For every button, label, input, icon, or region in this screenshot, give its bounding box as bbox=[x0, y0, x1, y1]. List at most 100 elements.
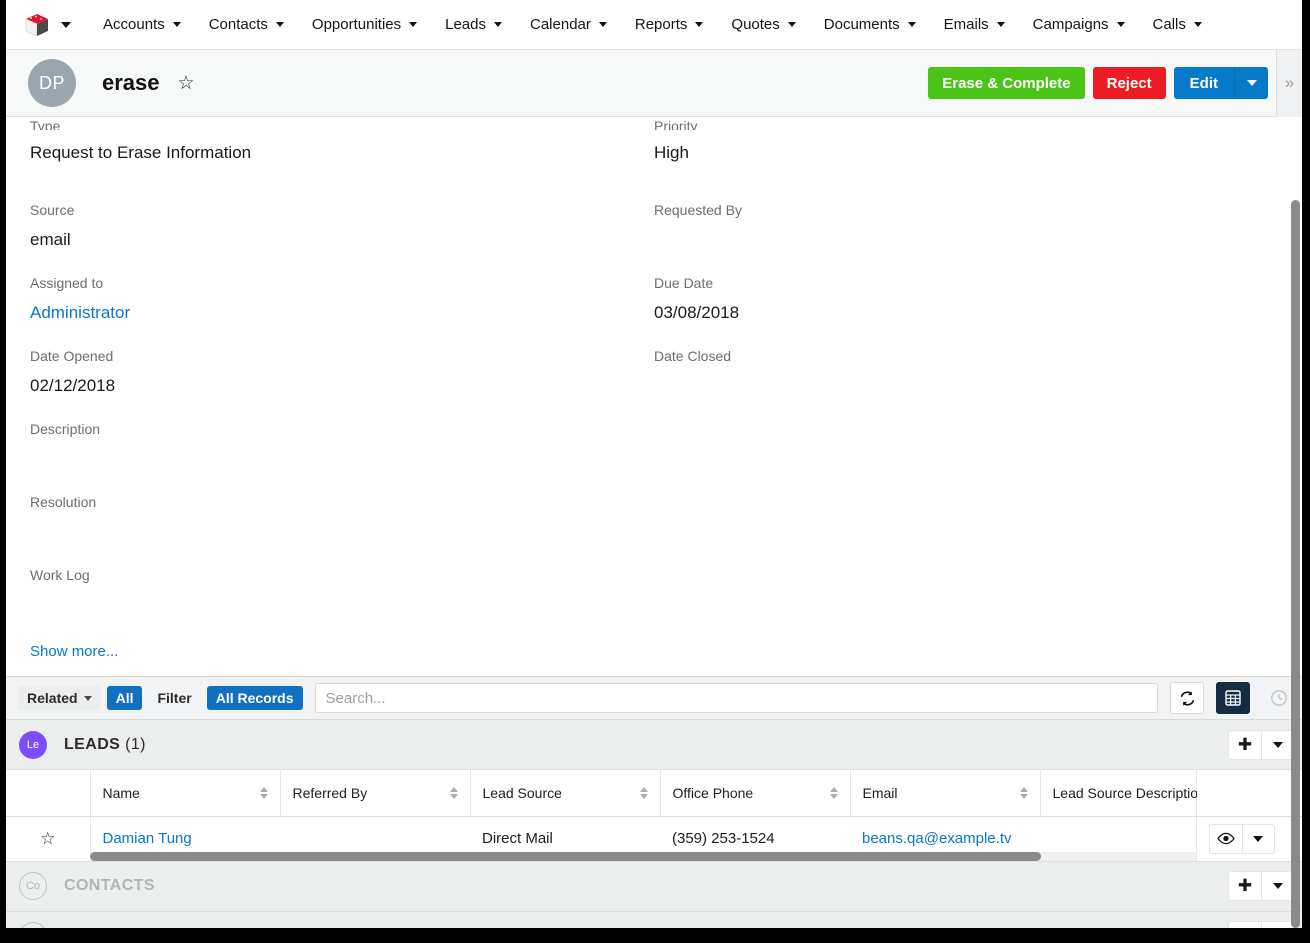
field-value bbox=[30, 582, 654, 613]
field-value: 03/08/2018 bbox=[654, 290, 1278, 321]
nav-item-label: Calls bbox=[1153, 16, 1186, 33]
field-due-date: Due Date 03/08/2018 bbox=[654, 248, 1278, 321]
column-lead-source[interactable]: Lead Source bbox=[470, 770, 660, 816]
nav-item-label: Reports bbox=[635, 16, 688, 33]
chevron-down-icon[interactable] bbox=[276, 22, 284, 27]
row-dropdown-button[interactable] bbox=[1242, 824, 1275, 854]
column-office-phone[interactable]: Office Phone bbox=[660, 770, 850, 816]
browser-viewport: Accounts Contacts Opportunities Leads Ca… bbox=[6, 0, 1302, 928]
nav-item-accounts[interactable]: Accounts bbox=[89, 0, 195, 50]
row-favorite-cell: ☆ bbox=[6, 816, 90, 861]
refresh-icon[interactable] bbox=[1170, 682, 1204, 714]
column-name[interactable]: Name bbox=[90, 770, 280, 816]
add-contacts-plus-icon[interactable]: ✚ bbox=[1228, 871, 1261, 901]
table-horizontal-scrollbar[interactable] bbox=[90, 852, 1196, 861]
chevron-down-icon[interactable] bbox=[494, 22, 502, 27]
field-value: email bbox=[30, 217, 654, 248]
search-field-wrapper[interactable] bbox=[315, 683, 1158, 713]
column-label: Name bbox=[103, 785, 140, 801]
field-source: Source email bbox=[30, 161, 654, 248]
chevron-down-icon bbox=[1273, 742, 1283, 748]
add-leads-plus-icon[interactable]: ✚ bbox=[1228, 730, 1261, 760]
preview-eye-icon[interactable] bbox=[1209, 824, 1242, 854]
nav-item-opportunities[interactable]: Opportunities bbox=[298, 0, 431, 50]
all-filter-button[interactable]: All bbox=[107, 686, 143, 710]
app-logo-menu[interactable] bbox=[22, 10, 71, 40]
filter-button[interactable]: Filter bbox=[148, 686, 200, 710]
search-input[interactable] bbox=[326, 690, 1147, 707]
subpanel-header-targets[interactable]: Ta TARGETS ✚ bbox=[6, 912, 1302, 929]
subpanel-header-leads[interactable]: Le LEADS (1) ✚ bbox=[6, 720, 1302, 770]
sort-icon[interactable] bbox=[260, 787, 268, 799]
nav-item-reports[interactable]: Reports bbox=[621, 0, 718, 50]
page-vertical-scrollbar[interactable] bbox=[1291, 200, 1300, 928]
page-title: erase bbox=[102, 70, 160, 96]
star-outline-icon[interactable]: ☆ bbox=[40, 829, 55, 848]
chevron-down-icon[interactable] bbox=[695, 22, 703, 27]
chevron-down-icon[interactable] bbox=[908, 22, 916, 27]
field-label: Source bbox=[30, 161, 654, 217]
nav-item-emails[interactable]: Emails bbox=[930, 0, 1019, 50]
chevron-down-icon[interactable] bbox=[1117, 22, 1125, 27]
nav-item-label: Calendar bbox=[530, 16, 591, 33]
nav-item-calendar[interactable]: Calendar bbox=[516, 0, 621, 50]
logo-chevron-down-icon[interactable] bbox=[61, 22, 71, 28]
sort-icon[interactable] bbox=[450, 787, 458, 799]
field-label: Type bbox=[30, 117, 654, 130]
reject-button[interactable]: Reject bbox=[1093, 67, 1166, 99]
scrollbar-thumb[interactable] bbox=[90, 852, 1041, 861]
sort-icon[interactable] bbox=[640, 787, 648, 799]
field-value: Request to Erase Information bbox=[30, 130, 654, 161]
nav-item-calls[interactable]: Calls bbox=[1139, 0, 1216, 50]
nav-item-documents[interactable]: Documents bbox=[810, 0, 930, 50]
subpanel-header-contacts[interactable]: Co CONTACTS ✚ bbox=[6, 862, 1302, 912]
all-records-button[interactable]: All Records bbox=[207, 686, 303, 710]
chevron-down-icon[interactable] bbox=[599, 22, 607, 27]
leads-table: Name Referred By Lead bbox=[6, 770, 1302, 862]
chevron-down-icon[interactable] bbox=[997, 22, 1005, 27]
email-link[interactable]: beans.qa@example.tv bbox=[862, 830, 1011, 847]
column-label: Referred By bbox=[293, 785, 368, 801]
field-value bbox=[30, 436, 654, 467]
sort-icon[interactable] bbox=[830, 787, 838, 799]
fields-grid: Type Request to Erase Information Priori… bbox=[30, 117, 1278, 613]
field-description-spacer bbox=[654, 394, 1278, 467]
nav-item-leads[interactable]: Leads bbox=[431, 0, 516, 50]
edit-dropdown-button[interactable] bbox=[1234, 67, 1268, 99]
chevron-down-icon[interactable] bbox=[788, 22, 796, 27]
sort-icon[interactable] bbox=[1020, 787, 1028, 799]
edit-button[interactable]: Edit bbox=[1174, 67, 1234, 99]
nav-item-quotes[interactable]: Quotes bbox=[717, 0, 809, 50]
related-dropdown-label: Related bbox=[27, 690, 78, 706]
targets-dropdown-button[interactable] bbox=[1261, 921, 1294, 928]
column-referred-by[interactable]: Referred By bbox=[280, 770, 470, 816]
leads-dropdown-button[interactable] bbox=[1261, 730, 1294, 760]
favorite-star-icon[interactable]: ☆ bbox=[178, 74, 195, 93]
show-more-link[interactable]: Show more... bbox=[30, 613, 118, 676]
more-actions-double-chevron-right-icon[interactable]: » bbox=[1276, 50, 1302, 117]
field-resolution-spacer bbox=[654, 467, 1278, 540]
subpanel-title-text: CONTACTS bbox=[64, 877, 155, 894]
lead-name-link[interactable]: Damian Tung bbox=[103, 830, 192, 847]
table-header-row: Name Referred By Lead bbox=[6, 770, 1302, 816]
field-label: Due Date bbox=[654, 248, 1278, 290]
nav-item-campaigns[interactable]: Campaigns bbox=[1019, 0, 1139, 50]
column-label: Office Phone bbox=[673, 785, 754, 801]
grid-view-icon[interactable] bbox=[1216, 682, 1250, 714]
related-dropdown[interactable]: Related bbox=[18, 686, 101, 710]
nav-item-contacts[interactable]: Contacts bbox=[195, 0, 298, 50]
erase-and-complete-button[interactable]: Erase & Complete bbox=[928, 67, 1084, 99]
screen: Accounts Contacts Opportunities Leads Ca… bbox=[0, 0, 1310, 943]
contacts-dropdown-button[interactable] bbox=[1261, 871, 1294, 901]
column-email[interactable]: Email bbox=[850, 770, 1040, 816]
cell-row-actions bbox=[1196, 816, 1302, 861]
column-favorite bbox=[6, 770, 90, 816]
add-targets-plus-icon[interactable]: ✚ bbox=[1228, 921, 1261, 928]
nav-item-label: Contacts bbox=[209, 16, 268, 33]
field-value-link[interactable]: Administrator bbox=[30, 290, 654, 321]
chevron-down-icon[interactable] bbox=[173, 22, 181, 27]
field-value bbox=[30, 509, 654, 540]
chevron-down-icon[interactable] bbox=[409, 22, 417, 27]
chevron-down-icon[interactable] bbox=[1194, 22, 1202, 27]
sugar-cube-logo-icon[interactable] bbox=[22, 10, 52, 40]
